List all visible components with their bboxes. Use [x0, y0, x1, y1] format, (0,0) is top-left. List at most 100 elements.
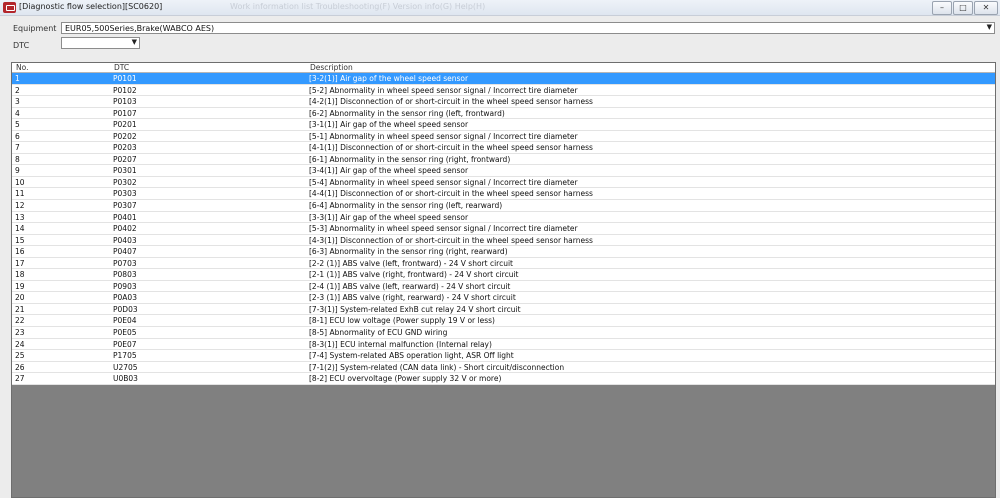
- table-row[interactable]: 10 P0302 [5-4] Abnormality in wheel speed …: [12, 176, 995, 189]
- cell-description: [5-2] Abnormality in wheel speed sensor …: [309, 85, 578, 95]
- cell-no: 10: [15, 177, 25, 187]
- cell-description: [5-1] Abnormality in wheel speed sensor …: [309, 131, 578, 141]
- table-row[interactable]: 4 P0107 [6-2] Abnormality in the sensor ri…: [12, 107, 995, 120]
- cell-dtc: P0407: [113, 247, 137, 257]
- cell-no: 5: [15, 120, 20, 130]
- cell-no: 9: [15, 166, 20, 176]
- table-row[interactable]: 9 P0301 [3-4(1)] Air gap of the wheel spee…: [12, 165, 995, 177]
- window-title: [Diagnostic flow selection][SC0620]: [19, 2, 163, 11]
- cell-no: 16: [15, 247, 25, 257]
- table-row[interactable]: 5 P0201 [3-1(1)] Air gap of the wheel spee…: [12, 119, 995, 131]
- equipment-select[interactable]: EUR05,500Series,Brake(WABCO AES) ▼: [61, 22, 995, 34]
- table-row[interactable]: 3 P0103 [4-2(1)] Disconnection of or short…: [12, 96, 995, 108]
- dtc-select[interactable]: ▼: [61, 37, 140, 49]
- cell-dtc: P0A03: [113, 293, 137, 303]
- app-icon: [3, 2, 16, 13]
- table-row[interactable]: 1 P0101 [3-2(1)] Air gap of the wheel spee…: [12, 73, 995, 85]
- table-row[interactable]: 20 P0A03 [2-3 (1)] ABS valve (right, rearw…: [12, 292, 995, 304]
- dtc-table[interactable]: No. DTC Description 1 P0101 [3-2(1)] Air g…: [11, 62, 996, 498]
- maximize-button[interactable]: □: [953, 1, 973, 15]
- cell-description: [4-2(1)] Disconnection of or short-circu…: [309, 97, 593, 107]
- cell-dtc: P0402: [113, 224, 137, 234]
- cell-no: 6: [15, 131, 20, 141]
- equipment-value: EUR05,500Series,Brake(WABCO AES): [65, 24, 215, 33]
- cell-dtc: P0903: [113, 281, 137, 291]
- cell-no: 24: [15, 339, 25, 349]
- cell-dtc: U0B03: [113, 374, 138, 384]
- table-row[interactable]: 19 P0903 [2-4 (1)] ABS valve (left, rearwa…: [12, 280, 995, 293]
- cell-description: [7-1(2)] System-related (CAN data link) …: [309, 362, 565, 372]
- cell-dtc: P0303: [113, 189, 137, 199]
- table-row[interactable]: 6 P0202 [5-1] Abnormality in wheel speed s…: [12, 130, 995, 143]
- cell-no: 4: [15, 108, 20, 118]
- close-button[interactable]: ✕: [974, 1, 998, 15]
- cell-description: [4-4(1)] Disconnection of or short-circu…: [309, 189, 593, 199]
- cell-dtc: P0201: [113, 120, 137, 130]
- cell-description: [3-1(1)] Air gap of the wheel speed sens…: [309, 120, 469, 130]
- cell-description: [8-1] ECU low voltage (Power supply 19 V…: [309, 316, 495, 326]
- table-row[interactable]: 26 U2705 [7-1(2)] System-related (CAN data…: [12, 361, 995, 374]
- cell-dtc: P0E05: [113, 328, 137, 338]
- table-row[interactable]: 8 P0207 [6-1] Abnormality in the sensor ri…: [12, 153, 995, 166]
- cell-no: 23: [15, 328, 25, 338]
- cell-description: [4-1(1)] Disconnection of or short-circu…: [309, 143, 593, 153]
- table-row[interactable]: 2 P0102 [5-2] Abnormality in wheel speed s…: [12, 84, 995, 97]
- cell-description: [6-2] Abnormality in the sensor ring (le…: [309, 108, 505, 118]
- minimize-button[interactable]: –: [932, 1, 952, 15]
- chevron-down-icon: ▼: [131, 38, 137, 46]
- cell-dtc: P0703: [113, 258, 137, 268]
- column-header-no[interactable]: No.: [16, 63, 28, 72]
- table-row[interactable]: 27 U0B03 [8-2] ECU overvoltage (Power supp…: [12, 373, 995, 385]
- cell-dtc: P0103: [113, 97, 137, 107]
- cell-dtc: U2705: [113, 362, 138, 372]
- cell-description: [8-5] Abnormality of ECU GND wiring: [309, 328, 448, 338]
- cell-dtc: P0302: [113, 177, 137, 187]
- cell-dtc: P0107: [113, 108, 137, 118]
- cell-dtc: P0203: [113, 143, 137, 153]
- cell-dtc: P0301: [113, 166, 137, 176]
- column-header-description[interactable]: Description: [310, 63, 353, 72]
- table-row[interactable]: 23 P0E05 [8-5] Abnormality of ECU GND wiri…: [12, 327, 995, 339]
- cell-no: 26: [15, 362, 25, 372]
- table-row[interactable]: 12 P0307 [6-4] Abnormality in the sensor r…: [12, 200, 995, 212]
- cell-no: 12: [15, 201, 25, 211]
- cell-description: [6-1] Abnormality in the sensor ring (ri…: [309, 154, 511, 164]
- table-row[interactable]: 21 P0D03 [7-3(1)] System-related ExhB cut …: [12, 303, 995, 316]
- table-row[interactable]: 22 P0E04 [8-1] ECU low voltage (Power supp…: [12, 315, 995, 328]
- cell-no: 25: [15, 351, 25, 361]
- cell-description: [2-4 (1)] ABS valve (left, rearward) - 2…: [309, 281, 511, 291]
- table-row[interactable]: 24 P0E07 [8-3(1)] ECU internal malfunction…: [12, 338, 995, 351]
- cell-description: [8-3(1)] ECU internal malfunction (Inter…: [309, 339, 492, 349]
- cell-no: 3: [15, 97, 20, 107]
- cell-no: 27: [15, 374, 25, 384]
- table-row[interactable]: 13 P0401 [3-3(1)] Air gap of the wheel spe…: [12, 211, 995, 224]
- table-row[interactable]: 25 P1705 [7-4] System-related ABS operatio…: [12, 350, 995, 362]
- cell-description: [4-3(1)] Disconnection of or short-circu…: [309, 235, 593, 245]
- table-row[interactable]: 17 P0703 [2-2 (1)] ABS valve (left, frontw…: [12, 257, 995, 270]
- cell-no: 19: [15, 281, 25, 291]
- cell-no: 22: [15, 316, 25, 326]
- chevron-down-icon: ▼: [986, 23, 992, 31]
- column-header-dtc[interactable]: DTC: [114, 63, 129, 72]
- table-row[interactable]: 11 P0303 [4-4(1)] Disconnection of or shor…: [12, 188, 995, 201]
- cell-no: 11: [15, 189, 25, 199]
- cell-description: [7-3(1)] System-related ExhB cut relay 2…: [309, 304, 521, 314]
- cell-description: [2-1 (1)] ABS valve (right, frontward) -…: [309, 270, 519, 280]
- cell-description: [6-3] Abnormality in the sensor ring (ri…: [309, 247, 508, 257]
- cell-no: 7: [15, 143, 20, 153]
- table-row[interactable]: 15 P0403 [4-3(1)] Disconnection of or shor…: [12, 234, 995, 247]
- cell-no: 20: [15, 293, 25, 303]
- table-row[interactable]: 14 P0402 [5-3] Abnormality in wheel speed …: [12, 223, 995, 235]
- cell-dtc: P0D03: [113, 304, 138, 314]
- cell-description: [8-2] ECU overvoltage (Power supply 32 V…: [309, 374, 502, 384]
- table-header: No. DTC Description: [12, 63, 995, 73]
- cell-description: [3-3(1)] Air gap of the wheel speed sens…: [309, 212, 469, 222]
- cell-no: 18: [15, 270, 25, 280]
- cell-description: [7-4] System-related ABS operation light…: [309, 351, 514, 361]
- table-row[interactable]: 18 P0803 [2-1 (1)] ABS valve (right, front…: [12, 269, 995, 281]
- table-row[interactable]: 7 P0203 [4-1(1)] Disconnection of or short…: [12, 142, 995, 154]
- cell-description: [5-4] Abnormality in wheel speed sensor …: [309, 177, 578, 187]
- table-row[interactable]: 16 P0407 [6-3] Abnormality in the sensor r…: [12, 246, 995, 258]
- cell-dtc: P0101: [113, 74, 137, 83]
- title-bar: [Diagnostic flow selection][SC0620] Work…: [0, 0, 1000, 16]
